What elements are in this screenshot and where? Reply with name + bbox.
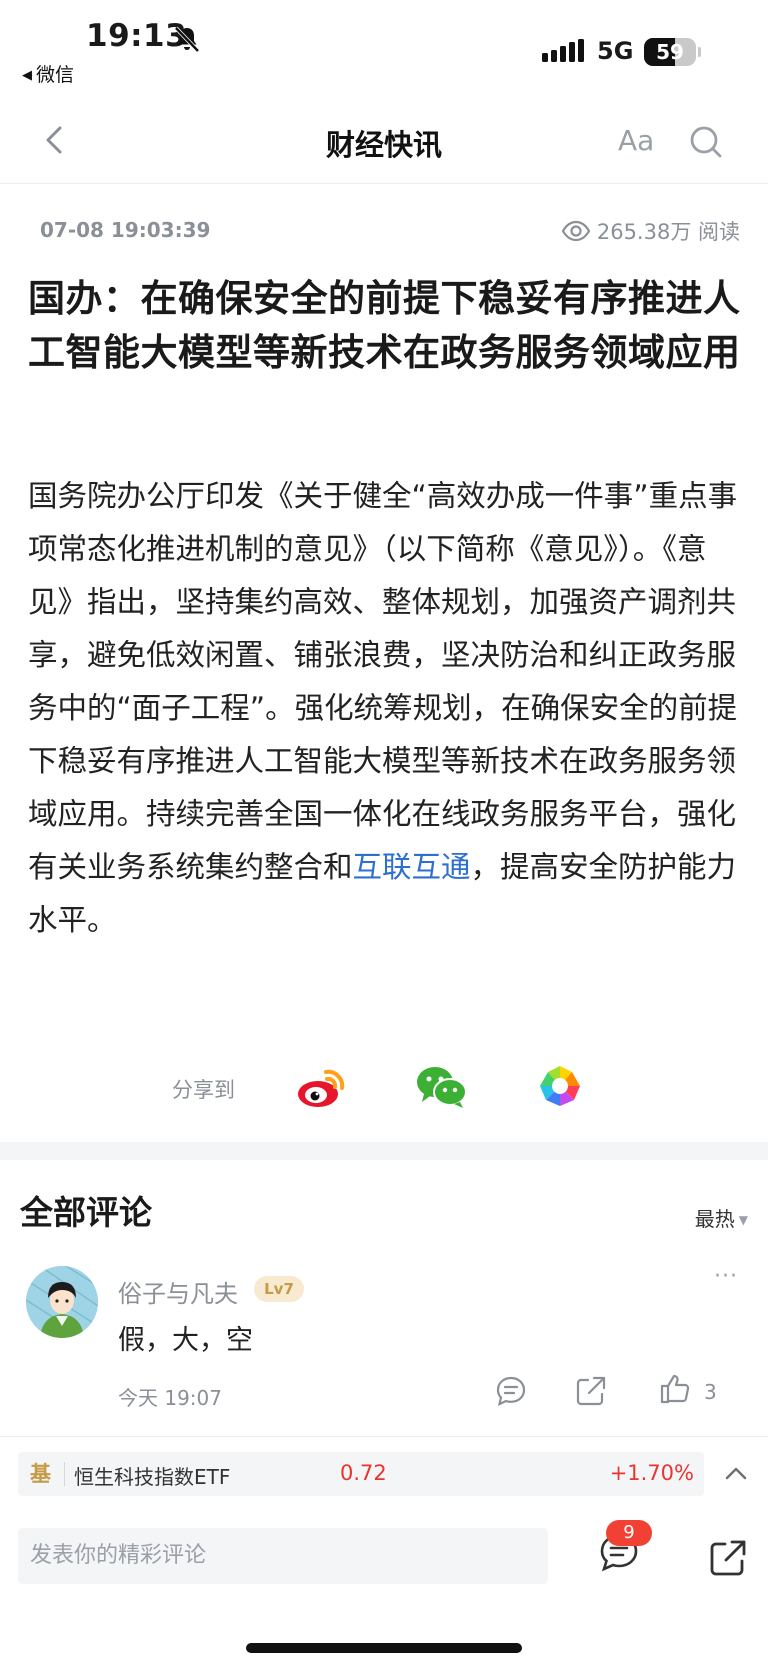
- sort-dropdown[interactable]: 最热 ▼: [695, 1203, 748, 1232]
- article-meta: 07-08 19:03:39 265.38万 阅读: [0, 212, 768, 252]
- battery-icon: 59: [644, 38, 701, 66]
- status-bar: 19:13 ◀ 微信 5G 59: [0, 0, 768, 90]
- comment-username[interactable]: 俗子与凡夫: [118, 1274, 238, 1309]
- thumbs-up-icon[interactable]: [658, 1372, 692, 1406]
- article-body-text: 国务院办公厅印发《关于健全“高效办成一件事”重点事项常态化推进机制的意见》（以下…: [28, 479, 738, 884]
- back-app-label: 微信: [36, 64, 75, 86]
- level-badge: Lv7: [254, 1276, 304, 1302]
- battery-percent: 59: [656, 40, 684, 64]
- article-headline: 国办：在确保安全的前提下稳妥有序推进人工智能大模型等新技术在政务服务领域应用: [28, 277, 741, 374]
- article-body: 国务院办公厅印发《关于健全“高效办成一件事”重点事项常态化推进机制的意见》（以下…: [28, 470, 746, 947]
- share-row: 分享到: [0, 1058, 768, 1118]
- caret-down-icon: ▼: [738, 1213, 748, 1227]
- read-count: 265.38万 阅读: [561, 216, 740, 246]
- network-type: 5G: [597, 37, 634, 65]
- share-icon[interactable]: [708, 1538, 748, 1578]
- wechat-icon[interactable]: [416, 1064, 468, 1110]
- comment-item: 俗子与凡夫 Lv7 ··· 假，大，空 今天 19:07 3: [0, 1262, 768, 1427]
- fund-price: 0.72: [340, 1461, 387, 1485]
- share-label: 分享到: [172, 1078, 235, 1102]
- article-datetime: 07-08 19:03:39: [40, 218, 211, 242]
- comment-input[interactable]: 发表你的精彩评论: [18, 1528, 548, 1584]
- comment-time: 今天 19:07: [118, 1386, 222, 1410]
- comments-title: 全部评论: [20, 1193, 152, 1232]
- fund-name: 恒生科技指数ETF: [74, 1465, 231, 1489]
- weibo-icon[interactable]: [296, 1064, 348, 1110]
- more-options-icon[interactable]: ···: [714, 1264, 738, 1289]
- chevron-up-icon[interactable]: [722, 1460, 750, 1488]
- avatar[interactable]: [26, 1266, 98, 1338]
- search-icon[interactable]: [688, 124, 724, 160]
- nav-bar: 财经快讯 Aa: [0, 100, 768, 184]
- reply-icon[interactable]: [494, 1374, 528, 1408]
- back-to-app-link[interactable]: ◀ 微信: [22, 60, 74, 87]
- font-size-button[interactable]: Aa: [618, 124, 654, 157]
- read-count-label: 265.38万 阅读: [596, 220, 740, 244]
- moments-icon[interactable]: [536, 1062, 584, 1110]
- bottom-divider: [0, 1436, 768, 1437]
- like-count: 3: [704, 1380, 717, 1404]
- comment-count-badge: 9: [606, 1520, 652, 1546]
- share-icon[interactable]: [574, 1374, 608, 1408]
- section-divider: [0, 1142, 768, 1160]
- fund-ticker[interactable]: 基 恒生科技指数ETF 0.72 +1.70%: [18, 1452, 704, 1496]
- back-triangle-icon: ◀: [22, 68, 32, 83]
- home-indicator: [246, 1643, 522, 1653]
- sort-label: 最热: [694, 1207, 735, 1231]
- comment-text: 假，大，空: [118, 1325, 253, 1356]
- eye-icon: [561, 220, 591, 242]
- article-inline-link[interactable]: 互联互通: [353, 850, 471, 884]
- signal-icon: [542, 39, 584, 62]
- fund-change: +1.70%: [609, 1461, 694, 1485]
- bell-mute-icon: [174, 26, 200, 53]
- fund-tag: 基: [30, 1462, 51, 1486]
